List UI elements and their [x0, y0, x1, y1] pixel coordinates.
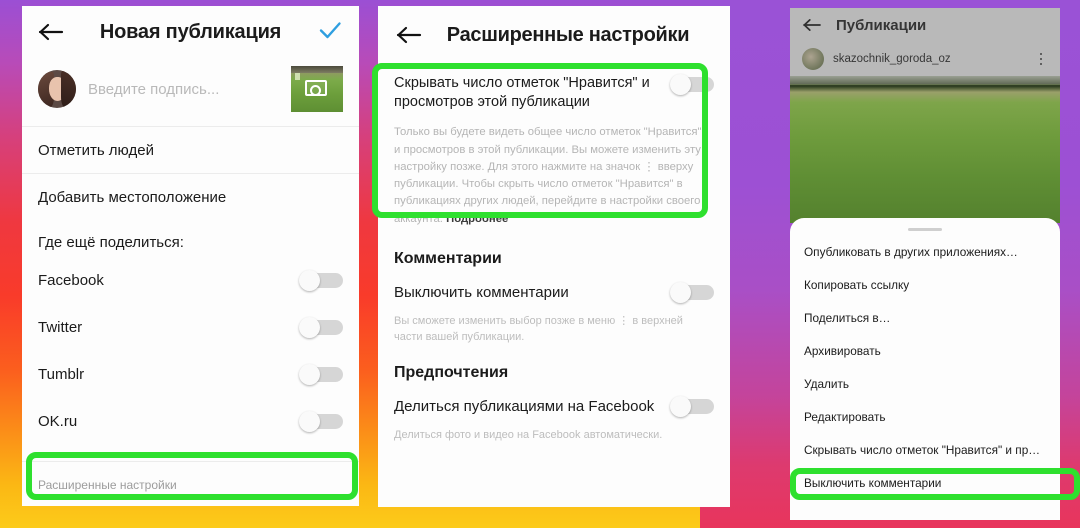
sheet-item-label: Скрывать число отметок "Нравится" и пр… [804, 442, 1041, 457]
toggle-okru[interactable] [299, 411, 343, 432]
share-row-tumblr[interactable]: Tumblr [22, 351, 359, 398]
sheet-item-share-to[interactable]: Поделиться в… [790, 301, 1060, 334]
sheet-drag-handle[interactable] [908, 228, 942, 231]
sheet-item-label: Редактировать [804, 409, 886, 424]
learn-more-link[interactable]: Подробнее [446, 213, 508, 225]
page-title: Расширенные настройки [446, 23, 690, 46]
post-view-screen: Публикации skazochnik_goroda_oz Опублико… [790, 8, 1060, 520]
dim-overlay [790, 8, 1060, 84]
preferences-section-title: Предпочтения [394, 363, 509, 381]
share-label-twitter: Twitter [38, 319, 83, 336]
advanced-settings-screen: Расширенные настройки Скрывать число отм… [378, 6, 730, 507]
advanced-settings-row[interactable]: Расширенные настройки [22, 461, 359, 506]
back-arrow-icon[interactable] [396, 24, 422, 46]
share-facebook-label: Делиться публикациями на Facebook [394, 397, 655, 415]
post-photo[interactable] [790, 76, 1060, 223]
hide-likes-description: Только вы будете видеть общее число отме… [394, 124, 714, 228]
sheet-item-copy-link[interactable]: Копировать ссылку [790, 268, 1060, 301]
sheet-item-delete[interactable]: Удалить [790, 367, 1060, 400]
share-section-label: Где ещё поделиться: [38, 234, 184, 251]
toggle-tumblr[interactable] [299, 364, 343, 385]
share-label-facebook: Facebook [38, 272, 104, 289]
sheet-item-disable-comments[interactable]: Выключить комментарии [790, 466, 1060, 499]
share-row-facebook[interactable]: Facebook [22, 257, 359, 304]
tag-people-label: Отметить людей [38, 141, 154, 159]
sheet-item-edit[interactable]: Редактировать [790, 400, 1060, 433]
toggle-share-facebook[interactable] [670, 395, 714, 417]
avatar [38, 70, 76, 108]
post-thumbnail[interactable] [291, 66, 343, 112]
toggle-twitter[interactable] [299, 317, 343, 338]
comments-section-title: Комментарии [394, 249, 502, 267]
post-content: Публикации skazochnik_goroda_oz [790, 8, 1060, 223]
new-post-screen: Новая публикация Введите подпись... Отме… [22, 6, 359, 506]
caption-input[interactable]: Введите подпись... [88, 81, 279, 98]
disable-comments-label: Выключить комментарии [394, 283, 569, 301]
share-label-tumblr: Tumblr [38, 366, 85, 383]
disable-comments-note: Вы сможете изменить выбор позже в меню ⋮… [394, 314, 683, 344]
sheet-item-label: Архивировать [804, 343, 881, 358]
screenshot-stage: Новая публикация Введите подпись... Отме… [0, 0, 1080, 528]
toggle-disable-comments[interactable] [670, 281, 714, 303]
hide-likes-label: Скрывать число отметок "Нравится" и прос… [394, 75, 650, 111]
advanced-settings-header: Расширенные настройки [378, 6, 730, 64]
post-options-sheet: Опубликовать в других приложениях… Копир… [790, 218, 1060, 520]
share-facebook-row[interactable]: Делиться публикациями на Facebook [378, 382, 730, 417]
share-row-okru[interactable]: OK.ru [22, 398, 359, 445]
hide-likes-block: Скрывать число отметок "Нравится" и прос… [378, 64, 730, 232]
disable-comments-row[interactable]: Выключить комментарии [378, 268, 730, 303]
sheet-item-label: Удалить [804, 376, 850, 391]
toggle-facebook[interactable] [299, 270, 343, 291]
share-label-okru: OK.ru [38, 413, 78, 430]
sheet-item-archive[interactable]: Архивировать [790, 334, 1060, 367]
sheet-item-label: Выключить комментарии [804, 475, 942, 490]
tag-people-row[interactable]: Отметить людей [22, 126, 359, 173]
toggle-hide-likes[interactable] [670, 74, 714, 95]
advanced-settings-label: Расширенные настройки [38, 477, 177, 492]
add-location-row[interactable]: Добавить местоположение [22, 173, 359, 220]
new-post-header: Новая публикация [22, 6, 359, 58]
sheet-item-label: Поделиться в… [804, 310, 891, 325]
caption-row: Введите подпись... [22, 58, 359, 126]
page-title: Новая публикация [99, 20, 282, 43]
share-facebook-note: Делиться фото и видео на Facebook автома… [394, 428, 663, 441]
checkmark-icon[interactable] [317, 19, 343, 46]
back-arrow-icon[interactable] [38, 21, 64, 43]
sheet-item-label: Опубликовать в других приложениях… [804, 244, 1018, 259]
hide-likes-description-text: Только вы будете видеть общее число отме… [394, 126, 702, 225]
sheet-item-label: Копировать ссылку [804, 277, 910, 292]
sheet-item-hide-likes[interactable]: Скрывать число отметок "Нравится" и пр… [790, 433, 1060, 466]
share-row-twitter[interactable]: Twitter [22, 304, 359, 351]
sheet-item-share-apps[interactable]: Опубликовать в других приложениях… [790, 235, 1060, 268]
add-location-label: Добавить местоположение [38, 188, 227, 206]
